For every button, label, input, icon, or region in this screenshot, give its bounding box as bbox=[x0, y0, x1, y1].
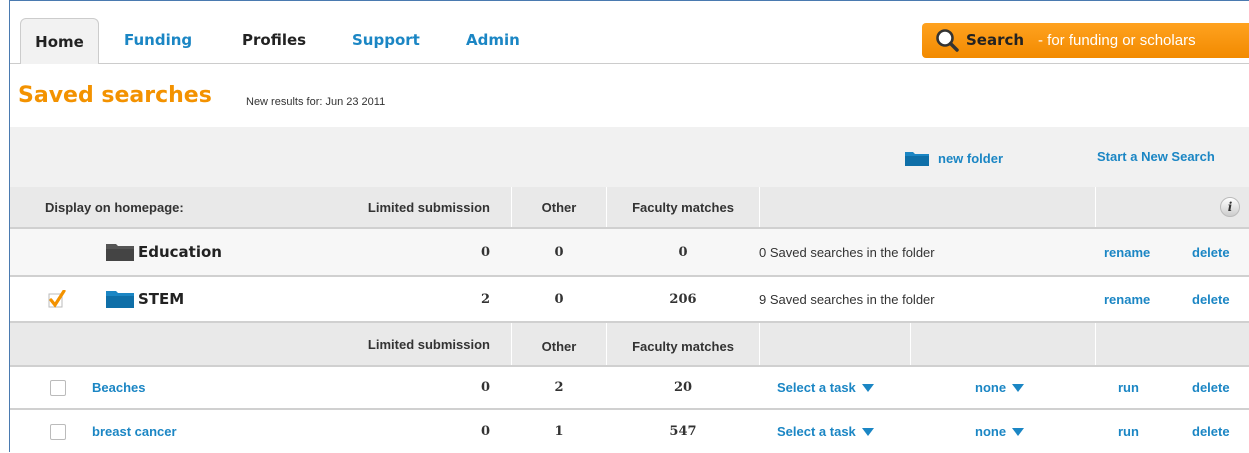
rename-link[interactable]: rename bbox=[1104, 277, 1150, 321]
frequency-select-label: none bbox=[975, 424, 1007, 439]
faculty-count: 0 bbox=[678, 244, 688, 260]
display-on-homepage-header: Display on homepage: bbox=[45, 199, 184, 215]
search-name-link[interactable]: breast cancer bbox=[92, 410, 177, 453]
delete-link[interactable]: delete bbox=[1192, 367, 1230, 408]
faculty-count: 20 bbox=[673, 380, 693, 395]
faculty-count: 206 bbox=[669, 291, 697, 307]
chevron-down-icon bbox=[861, 383, 874, 392]
toolbar: new folder Start a New Search bbox=[10, 127, 1249, 187]
folder-name[interactable]: STEM bbox=[138, 277, 184, 321]
folder-table-header: Display on homepage: Limited submission … bbox=[10, 187, 1249, 229]
faculty-matches-header: Faculty matches bbox=[632, 338, 734, 354]
info-button[interactable]: i bbox=[1215, 187, 1245, 227]
frequency-select-label: none bbox=[975, 380, 1007, 395]
other-header: Other bbox=[541, 338, 577, 354]
faculty-count: 547 bbox=[669, 424, 697, 439]
task-select-label: Select a task bbox=[777, 380, 856, 395]
homepage-checkbox[interactable] bbox=[48, 277, 66, 321]
folder-row-education: Education 0 0 0 0 Saved searches in the … bbox=[10, 229, 1249, 277]
chevron-down-icon bbox=[1012, 383, 1025, 392]
delete-link[interactable]: delete bbox=[1192, 410, 1230, 453]
info-icon: i bbox=[1220, 197, 1240, 217]
folder-icon bbox=[905, 152, 929, 166]
run-link[interactable]: run bbox=[1118, 367, 1139, 408]
new-folder-label: new folder bbox=[938, 150, 1004, 166]
other-count: 0 bbox=[554, 291, 564, 307]
tab-home[interactable]: Home bbox=[20, 18, 99, 64]
folder-count-text: 9 Saved searches in the folder bbox=[759, 291, 935, 307]
app-frame: Home Funding Profiles Support Admin Sear… bbox=[9, 0, 1249, 453]
folder-row-stem: STEM 2 0 206 9 Saved searches in the fol… bbox=[10, 277, 1249, 323]
frequency-select[interactable]: none bbox=[975, 367, 1025, 408]
folder-icon bbox=[105, 229, 135, 275]
folder-name[interactable]: Education bbox=[138, 229, 222, 275]
page-title: Saved searches bbox=[18, 83, 212, 108]
tab-profiles[interactable]: Profiles bbox=[242, 18, 306, 63]
search-row-beaches: Beaches 0 2 20 Select a task none run de… bbox=[10, 367, 1249, 410]
limited-submission-header: Limited submission bbox=[367, 199, 490, 215]
task-select[interactable]: Select a task bbox=[777, 367, 874, 408]
search-icon bbox=[936, 29, 959, 52]
limited-submission-header: Limited submission bbox=[367, 336, 490, 352]
tab-funding[interactable]: Funding bbox=[124, 18, 192, 63]
limited-count: 0 bbox=[480, 424, 490, 439]
other-header: Other bbox=[541, 199, 577, 215]
new-folder-button[interactable]: new folder bbox=[904, 149, 1003, 167]
run-link[interactable]: run bbox=[1118, 410, 1139, 453]
rename-link[interactable]: rename bbox=[1104, 229, 1150, 275]
chevron-down-icon bbox=[861, 427, 874, 436]
limited-count: 0 bbox=[480, 244, 490, 260]
search-sublabel: - for funding or scholars bbox=[1038, 32, 1196, 49]
other-count: 2 bbox=[554, 380, 564, 395]
tab-support[interactable]: Support bbox=[352, 18, 420, 63]
folder-icon bbox=[105, 277, 135, 321]
search-button[interactable]: Search - for funding or scholars bbox=[922, 23, 1249, 58]
delete-link[interactable]: delete bbox=[1192, 277, 1230, 321]
homepage-checkbox[interactable] bbox=[50, 367, 66, 408]
task-select[interactable]: Select a task bbox=[777, 410, 874, 453]
checkmark-icon bbox=[48, 290, 66, 308]
homepage-checkbox[interactable] bbox=[50, 410, 66, 453]
faculty-matches-header: Faculty matches bbox=[632, 199, 734, 215]
search-row-breast-cancer: breast cancer 0 1 547 Select a task none… bbox=[10, 410, 1249, 453]
limited-count: 2 bbox=[480, 291, 490, 307]
search-table-header: Limited submission Other Faculty matches bbox=[10, 323, 1249, 367]
task-select-label: Select a task bbox=[777, 424, 856, 439]
results-date: New results for: Jun 23 2011 bbox=[246, 96, 386, 108]
start-new-search-link[interactable]: Start a New Search bbox=[1097, 149, 1215, 164]
search-label: Search bbox=[966, 31, 1025, 49]
search-name-link[interactable]: Beaches bbox=[92, 367, 145, 408]
limited-count: 0 bbox=[480, 380, 490, 395]
frequency-select[interactable]: none bbox=[975, 410, 1025, 453]
delete-link[interactable]: delete bbox=[1192, 229, 1230, 275]
other-count: 0 bbox=[554, 244, 564, 260]
folder-count-text: 0 Saved searches in the folder bbox=[759, 244, 935, 260]
other-count: 1 bbox=[554, 424, 564, 439]
top-nav: Home Funding Profiles Support Admin Sear… bbox=[10, 1, 1249, 64]
tab-admin[interactable]: Admin bbox=[466, 18, 520, 63]
chevron-down-icon bbox=[1012, 427, 1025, 436]
